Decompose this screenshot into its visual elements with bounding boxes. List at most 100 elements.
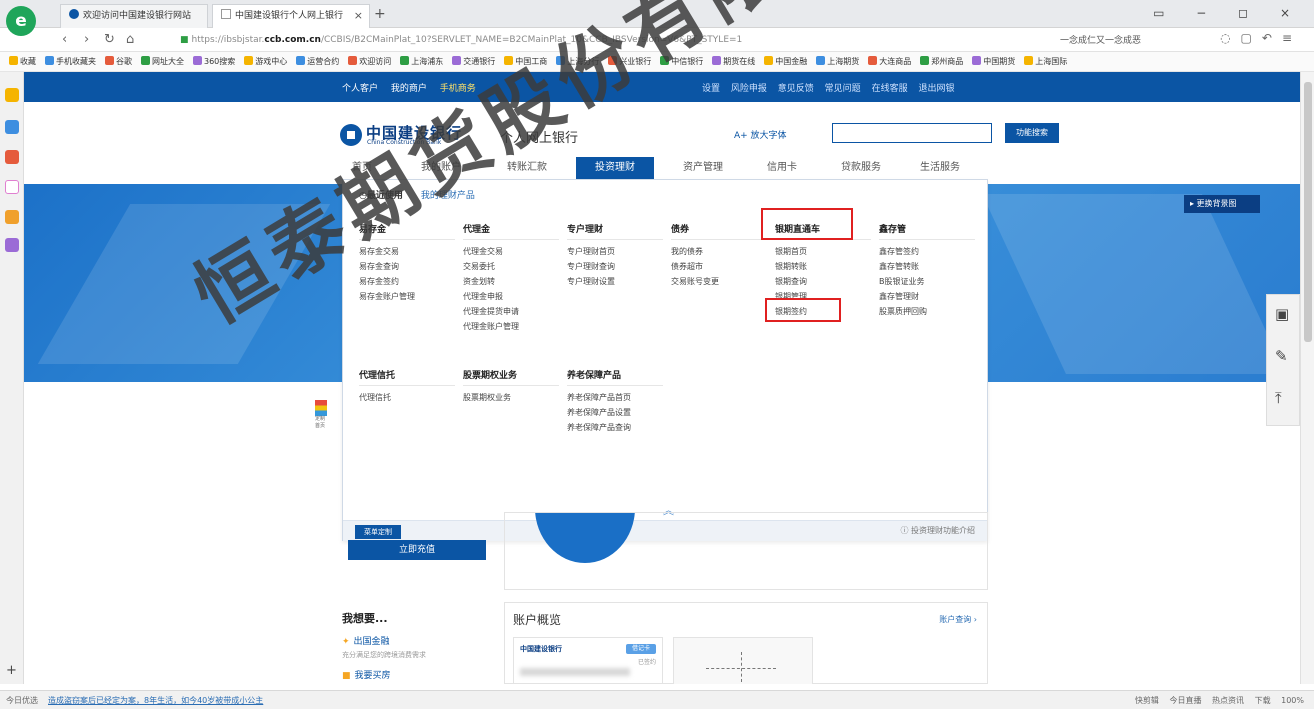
function-search-button[interactable]: 功能搜索 [1005,123,1059,143]
favorite-item[interactable]: 中国期货 [972,52,1015,71]
function-search-input[interactable] [832,123,992,143]
recent-label[interactable]: 最近使用 [367,191,403,201]
nav-logout[interactable]: 退出网银 [918,84,954,94]
add-app-icon[interactable]: + [6,663,17,678]
favorite-item[interactable]: 中信银行 [660,52,703,71]
back-to-top-icon[interactable]: ⤒ [1275,389,1282,407]
menu-item[interactable]: 专户理财查询 [567,259,663,274]
i-want-item[interactable]: ✦ 出国金融 [342,634,502,647]
enlarge-font-button[interactable]: A+ 放大字体 [734,128,787,141]
menu-item[interactable]: B股银证业务 [879,274,975,289]
menu-item[interactable]: 代理金提货申请 [463,304,559,319]
ccb-logo[interactable]: 中国建设银行 China Construction Bank [340,122,490,148]
nav-risk[interactable]: 风险申报 [731,84,767,94]
favorite-item[interactable]: 大连商品 [868,52,911,71]
tab-my-account[interactable]: 我的账户 [406,157,476,179]
menu-item[interactable]: 代理信托 [359,390,455,405]
nav-settings[interactable]: 设置 [702,84,720,94]
tab-loan[interactable]: 贷款服务 [826,157,896,179]
favorite-item[interactable]: 谷歌 [105,52,132,71]
window-controls[interactable]: ▭ − ◻ × [1153,6,1304,20]
menu-item[interactable]: 易存金签约 [359,274,455,289]
close-tab-icon[interactable]: × [354,5,363,27]
favorite-item[interactable]: 上海分行 [556,52,599,71]
menu-custom-button[interactable]: 菜单定制 [355,525,401,539]
favorite-item[interactable]: 中国工商 [504,52,547,71]
back-icon[interactable]: ‹ [62,32,67,47]
menu-item[interactable]: 专户理财设置 [567,274,663,289]
zoom-level[interactable]: 100% [1281,696,1304,705]
menu-item[interactable]: 资金划转 [463,274,559,289]
menu-item[interactable]: 股票期权业务 [463,390,559,405]
menu-item[interactable]: 债券超市 [671,259,767,274]
toolbar-icons[interactable]: ◌▢↶≡ [1220,31,1302,45]
favorite-item[interactable]: 上海国际 [1024,52,1067,71]
menu-item[interactable]: 易存金账户管理 [359,289,455,304]
tab-ccb-home[interactable]: 欢迎访问中国建设银行网站 [60,4,208,28]
favorite-item[interactable]: 郑州商品 [920,52,963,71]
nav-service[interactable]: 在线客服 [872,84,908,94]
weibo-icon[interactable] [5,150,19,164]
menu-item[interactable]: 代理金交易 [463,244,559,259]
favorite-item[interactable]: 上海浦东 [400,52,443,71]
game-icon[interactable] [5,238,19,252]
edit-icon[interactable]: ✎ [1275,347,1288,365]
menu-item[interactable]: 代理金账户管理 [463,319,559,334]
today-picks[interactable]: 今日优选 [6,696,38,705]
news-ticker[interactable]: 造成盗窃案后已经定为案，8年生活，如今40岁被带成小公主 [48,696,263,705]
menu-item[interactable]: 养老保障产品查询 [567,420,663,435]
new-tab-button[interactable]: + [374,6,386,22]
custom-home-badge[interactable]: 定制首页 [315,400,327,432]
favorite-item[interactable]: 游戏中心 [244,52,287,71]
nav-personal[interactable]: 个人客户 [342,84,378,94]
menu-item[interactable]: 养老保障产品设置 [567,405,663,420]
favorite-item[interactable]: 兴业银行 [608,52,651,71]
tab-credit-card[interactable]: 信用卡 [752,157,812,179]
tab-investment[interactable]: 投资理财 [576,157,654,179]
customer-service-icon[interactable]: ▣ [1275,305,1289,323]
account-query-link[interactable]: 账户查询 › [939,614,977,625]
favorite-item[interactable]: 上海期货 [816,52,859,71]
live-stream[interactable]: 今日直播 [1169,696,1201,705]
menu-item[interactable]: 股票质押回购 [879,304,975,319]
nav-faq[interactable]: 常见问题 [825,84,861,94]
hot-news[interactable]: 热点资讯 [1212,696,1244,705]
tab-asset-management[interactable]: 资产管理 [668,157,738,179]
favorite-item[interactable]: 期货在线 [712,52,755,71]
nav-merchant[interactable]: 我的商户 [391,84,427,94]
favorite-item[interactable]: 运营合约 [296,52,339,71]
tab-transfer[interactable]: 转账汇款 [492,157,562,179]
mail-icon[interactable] [5,180,19,194]
menu-item[interactable]: 银期转账 [775,259,871,274]
add-card-button[interactable] [673,637,813,684]
nav-feedback[interactable]: 意见反馈 [778,84,814,94]
menu-item[interactable]: 易存金查询 [359,259,455,274]
home-icon[interactable]: ⌂ [126,32,134,47]
news-icon[interactable] [5,120,19,134]
menu-item[interactable]: 专户理财首页 [567,244,663,259]
menu-item[interactable]: 银期首页 [775,244,871,259]
favorite-item[interactable]: 360搜索 [193,52,235,71]
favorite-item[interactable]: 交通银行 [452,52,495,71]
menu-item[interactable]: 代理金申报 [463,289,559,304]
menu-item[interactable]: 鑫存管签约 [879,244,975,259]
tab-ccb-ebank[interactable]: 中国建设银行个人网上银行 × [212,4,370,28]
favorite-item[interactable]: 中国金融 [764,52,807,71]
downloads[interactable]: 下载 [1255,696,1271,705]
favorite-item[interactable]: 手机收藏夹 [45,52,96,71]
notes-icon[interactable] [5,210,19,224]
menu-item[interactable]: 交易委托 [463,259,559,274]
quick-edit[interactable]: 快剪辑 [1135,696,1159,705]
browser-logo-icon[interactable]: e [6,6,36,36]
forward-icon[interactable]: › [84,32,89,47]
favorites-star-icon[interactable] [5,88,19,102]
menu-item[interactable]: 我的债券 [671,244,767,259]
i-want-item[interactable]: ■ 我要买房 [342,668,502,681]
recharge-button[interactable]: 立即充值 [348,540,486,560]
menu-item[interactable]: 易存金交易 [359,244,455,259]
tab-home[interactable]: 首页 [332,157,392,179]
menu-item[interactable]: 鑫存管理财 [879,289,975,304]
menu-item[interactable]: 交易账号变更 [671,274,767,289]
vertical-scrollbar[interactable] [1300,72,1314,684]
favorite-item[interactable]: 欢迎访问 [348,52,391,71]
